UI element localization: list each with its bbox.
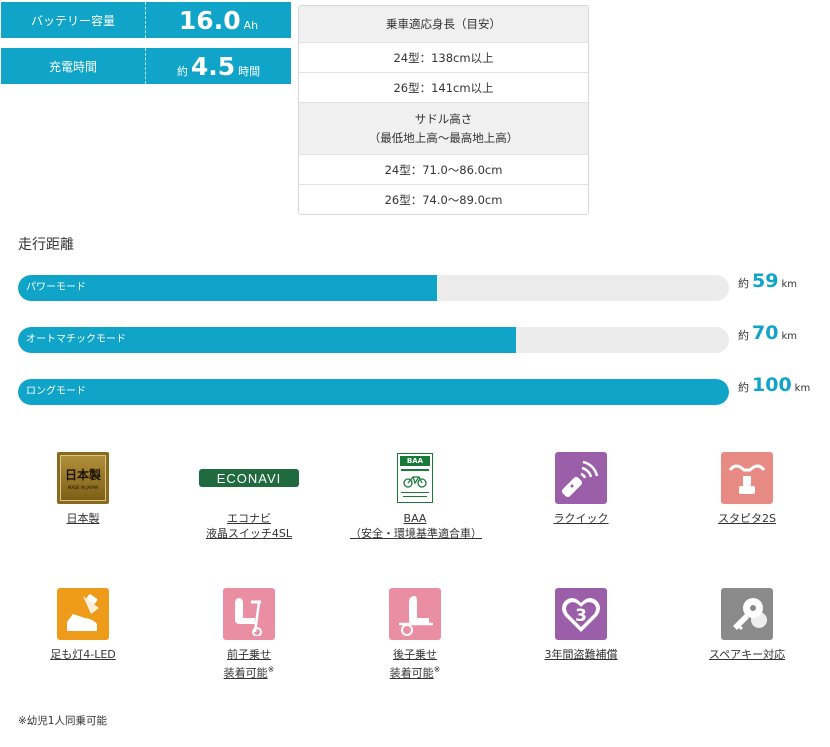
feature-caption[interactable]: 日本製	[67, 512, 100, 525]
feature-caption[interactable]: 装着可能	[224, 667, 268, 680]
battery-capacity-unit: Ah	[243, 18, 259, 32]
range-value: 100	[752, 374, 792, 396]
feature-caption[interactable]: ラクイック	[554, 512, 609, 525]
feature-caption[interactable]: 前子乗せ	[227, 648, 271, 661]
range-title: 走行距離	[18, 237, 74, 253]
foot-light-icon	[57, 588, 109, 640]
range-result: 約 100 km	[738, 374, 811, 396]
made-in-japan-icon: 日本製 MADE IN JAPAN	[57, 452, 109, 504]
rider-height-26: 26型：141cm以上	[299, 72, 588, 102]
range-value: 59	[752, 270, 779, 292]
feature-caption[interactable]: BAA	[404, 512, 427, 525]
baa-mark-icon: BAA	[396, 452, 434, 504]
footnote-mark: ※	[267, 665, 275, 674]
heart-shield-icon: 3	[555, 588, 607, 640]
feature-caption[interactable]: スタピタ2S	[718, 512, 776, 525]
range-mode-label: ロングモード	[26, 386, 86, 397]
feature-rear-child-seat[interactable]: 後子乗せ 装着可能※	[350, 588, 480, 681]
rear-child-seat-icon	[389, 588, 441, 640]
charge-time-prefix: 約	[176, 64, 188, 78]
feature-theft-compensation[interactable]: 3 3年間盗難補償	[516, 588, 646, 662]
handlebar-lock-icon	[721, 452, 773, 504]
feature-caption[interactable]: 3年間盗難補償	[545, 648, 618, 661]
range-mode-label: オートマチックモード	[26, 334, 126, 345]
feature-caption[interactable]: 液晶スイッチ4SL	[206, 527, 292, 540]
feature-made-in-japan[interactable]: 日本製 MADE IN JAPAN 日本製	[18, 452, 148, 526]
range-bar-track: ロングモード	[18, 379, 729, 405]
feature-caption[interactable]: エコナビ	[227, 512, 271, 525]
svg-text:3: 3	[575, 606, 587, 626]
feature-caption[interactable]: スペアキー対応	[709, 648, 785, 661]
econavi-logo-icon: ECONAVI	[199, 452, 299, 504]
battery-capacity-value: 16.0	[178, 5, 241, 35]
feature-caption[interactable]: 装着可能	[390, 667, 434, 680]
feature-footlight[interactable]: 足も灯4-LED	[18, 588, 148, 662]
range-row-auto: オートマチックモード 約 70 km	[18, 322, 820, 353]
range-result: 約 70 km	[738, 322, 797, 344]
range-mode-label: パワーモード	[26, 282, 86, 293]
feature-front-child-seat[interactable]: 前子乗せ 装着可能※	[184, 588, 314, 681]
feature-spare-key[interactable]: スペアキー対応	[682, 588, 812, 662]
footnote-mark: ※	[433, 665, 441, 674]
key-icon	[721, 588, 773, 640]
range-row-power: パワーモード 約 59 km	[18, 270, 820, 301]
charge-time-unit: 時間	[238, 64, 261, 78]
battery-capacity-label: バッテリー容量	[1, 2, 146, 38]
range-row-long: ロングモード 約 100 km	[18, 374, 820, 405]
feature-raquick[interactable]: ラクイック	[516, 452, 646, 526]
saddle-height-24: 24型：71.0～86.0cm	[299, 154, 588, 184]
saddle-height-header: サドル高さ （最低地上高～最高地上高）	[299, 102, 588, 154]
saddle-height-26: 26型：74.0～89.0cm	[299, 184, 588, 214]
range-value: 70	[752, 322, 779, 344]
feature-caption[interactable]: 後子乗せ	[393, 648, 437, 661]
footnote: ※幼児1人同乗可能	[18, 715, 107, 727]
range-result: 約 59 km	[738, 270, 797, 292]
rider-height-24: 24型：138cm以上	[299, 42, 588, 72]
range-bar-track: オートマチックモード	[18, 327, 729, 353]
feature-baa[interactable]: BAA BAA （安全・環境基準適合車）	[350, 452, 482, 541]
feature-caption[interactable]: （安全・環境基準適合車）	[350, 527, 482, 540]
feature-econavi[interactable]: ECONAVI エコナビ 液晶スイッチ4SL	[184, 452, 314, 541]
charge-time-box: 充電時間 約 4.5 時間	[1, 48, 291, 84]
charge-time-label: 充電時間	[1, 48, 146, 84]
battery-capacity-box: バッテリー容量 16.0 Ah	[1, 2, 291, 38]
range-bar-fill	[18, 379, 729, 405]
feature-caption[interactable]: 足も灯4-LED	[50, 648, 116, 661]
fit-height-table: 乗車適応身長（目安） 24型：138cm以上 26型：141cm以上 サドル高さ…	[298, 5, 589, 215]
rider-height-header: 乗車適応身長（目安）	[299, 6, 588, 42]
range-bar-track: パワーモード	[18, 275, 729, 301]
remote-key-icon	[555, 452, 607, 504]
feature-stapita[interactable]: スタピタ2S	[682, 452, 812, 526]
front-child-seat-icon	[223, 588, 275, 640]
charge-time-value: 4.5	[190, 51, 236, 81]
